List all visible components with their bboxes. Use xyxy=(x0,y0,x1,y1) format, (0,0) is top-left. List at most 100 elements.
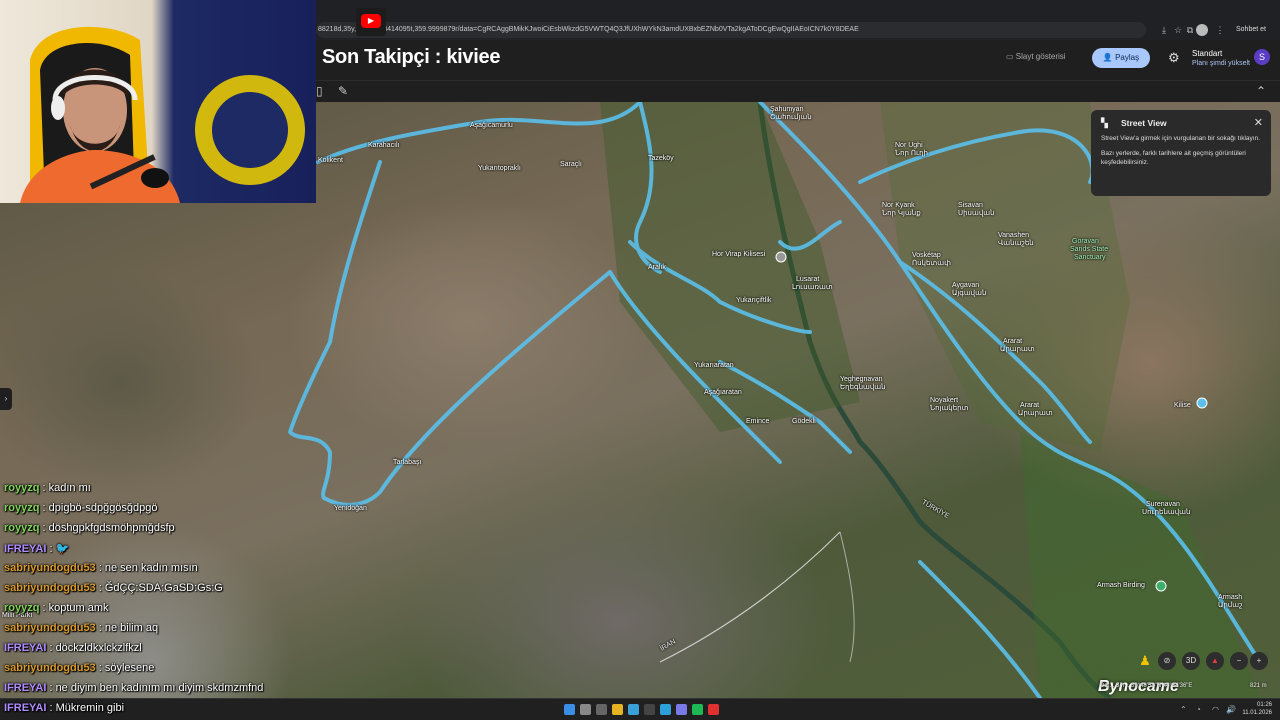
slideshow-button[interactable]: ▭ Slayt gösterisi xyxy=(1006,52,1066,61)
place-label[interactable]: Եղեգնավան xyxy=(840,384,886,392)
place-label[interactable]: Yukarıtopraklı xyxy=(478,165,521,173)
place-label[interactable]: Goravan xyxy=(1072,238,1099,246)
slideshow-label: Slayt gösterisi xyxy=(1015,52,1066,61)
chevron-up-icon[interactable]: ⌃ xyxy=(1256,84,1266,98)
zoom-in-button[interactable]: + xyxy=(1250,652,1268,670)
search-icon[interactable] xyxy=(580,704,591,715)
chat-message: sabriyundogdu53 : ĞdÇÇ:SDA:GaSD:Gs:G xyxy=(4,582,223,594)
measure-icon[interactable]: ✎ xyxy=(338,84,348,98)
chat-message: sabriyundogdu53 : ne sen kadın mısın xyxy=(4,562,198,574)
chat-text: : ne diyim ben kadınım mı diyim skdmzmfn… xyxy=(49,682,264,694)
place-label[interactable]: Saraçlı xyxy=(560,161,582,169)
place-label[interactable]: Lusarat xyxy=(796,276,819,284)
discord-icon[interactable] xyxy=(676,704,687,715)
chat-text: : ne bilim aq xyxy=(98,622,159,634)
place-label[interactable]: Yeghegnavan xyxy=(840,376,883,384)
place-label[interactable]: Ararat xyxy=(1020,402,1039,410)
chat-message: sabriyundogdu53 : söylesene xyxy=(4,662,154,674)
stream-chat: royyzq : kadın mı royyzq : dpigbö-sdpğgö… xyxy=(0,478,420,700)
wifi-icon[interactable]: ◠ xyxy=(1212,705,1219,714)
start-icon[interactable] xyxy=(564,704,575,715)
place-label[interactable]: Kilise xyxy=(1174,402,1191,410)
place-label[interactable]: Սուրենավան xyxy=(1142,509,1190,517)
map-toolbar: ▯ ✎ ⌃ xyxy=(316,80,1280,102)
expand-panel-button[interactable]: › xyxy=(0,388,12,410)
place-label[interactable]: Sanctuary xyxy=(1074,254,1106,262)
place-label[interactable]: Արարատ xyxy=(1000,346,1035,354)
place-label[interactable]: Արմաշ xyxy=(1218,602,1243,610)
place-label[interactable]: Նոյակերտ xyxy=(930,405,968,413)
pegman-icon[interactable]: ♟ xyxy=(1136,652,1154,670)
place-label[interactable]: Voskétap xyxy=(912,252,941,260)
place-label[interactable]: Hor Virap Kilisesi xyxy=(712,251,765,259)
place-label[interactable]: Սիսավան xyxy=(958,210,995,218)
place-label[interactable]: Yukarıçiftlik xyxy=(736,297,771,305)
place-label[interactable]: Kolikent xyxy=(318,157,343,165)
tray-chevron-icon[interactable]: ⌃ xyxy=(1180,705,1187,714)
spotify-icon[interactable] xyxy=(692,704,703,715)
date: 11.01.2026 xyxy=(1242,710,1272,716)
plan-info[interactable]: Standart Planı şimdi yükselt xyxy=(1192,49,1250,69)
obs-icon[interactable] xyxy=(644,704,655,715)
chat-text: : söylesene xyxy=(98,662,155,674)
browser-icon[interactable] xyxy=(660,704,671,715)
place-label[interactable]: Surenavan xyxy=(1146,501,1180,509)
zoom-out-button[interactable]: − xyxy=(1230,652,1248,670)
place-label[interactable]: Tarlabaşı xyxy=(393,459,421,467)
chat-button[interactable]: Sohbet et xyxy=(1230,22,1272,38)
star-icon[interactable]: ☆ xyxy=(1172,24,1184,36)
place-label[interactable]: Aygavan xyxy=(952,282,979,290)
volume-icon[interactable]: 🔊 xyxy=(1226,705,1236,714)
menu-icon[interactable]: ⋮ xyxy=(1214,24,1226,36)
place-label[interactable]: Şahumyan xyxy=(770,106,803,114)
place-label[interactable]: Ararat xyxy=(1003,338,1022,346)
network-icon[interactable]: ◔ xyxy=(1196,705,1201,714)
place-label[interactable]: Nor Ughi xyxy=(895,142,923,150)
place-label[interactable]: Sisavan xyxy=(958,202,983,210)
layers-off-icon[interactable]: ⊘ xyxy=(1158,652,1176,670)
place-label[interactable]: Yukarıaratan xyxy=(694,362,734,370)
close-icon[interactable]: ✕ xyxy=(1254,116,1263,129)
place-label[interactable]: Aşağıaratan xyxy=(704,389,742,397)
place-label[interactable]: Armash Birding xyxy=(1097,582,1145,590)
place-label[interactable]: Vanashen xyxy=(998,232,1029,240)
app-icon[interactable] xyxy=(628,704,639,715)
place-label[interactable]: Շահումյան xyxy=(770,114,812,122)
chat-text: : koptum amk xyxy=(42,602,109,614)
chat-text: : kadın mı xyxy=(42,482,91,494)
place-label[interactable]: Aşağıcamurlu xyxy=(470,122,513,130)
place-label[interactable]: Aralık xyxy=(648,264,666,272)
place-label[interactable]: Վանաշեն xyxy=(998,240,1034,248)
task-view-icon[interactable] xyxy=(596,704,607,715)
clock[interactable]: 01:26 11.01.2026 xyxy=(1242,701,1272,717)
share-button[interactable]: 👤 Paylaş xyxy=(1092,48,1150,68)
time: 01:26 xyxy=(1256,702,1272,708)
place-label[interactable]: Tazeköy xyxy=(648,155,674,163)
chat-user: IFREYAI xyxy=(4,642,47,654)
place-label[interactable]: Այգավան xyxy=(952,290,986,298)
compass-icon[interactable]: ▲ xyxy=(1206,652,1224,670)
panel-icon[interactable]: ▯ xyxy=(316,84,323,98)
place-label[interactable]: Արարատ xyxy=(1018,410,1053,418)
place-label[interactable]: Նոր Կյանք xyxy=(882,210,921,218)
file-explorer-icon[interactable] xyxy=(612,704,623,715)
place-label[interactable]: Nor Kyank xyxy=(882,202,915,210)
url-bar[interactable]: 88218d,35y,...,72h,0.8414095t,359.999987… xyxy=(316,22,1146,38)
download-icon[interactable]: ⤓ xyxy=(1158,24,1170,36)
scale-label: 821 m xyxy=(1250,683,1267,689)
place-label[interactable]: Karahacılı xyxy=(368,142,400,150)
place-label[interactable]: Emince xyxy=(746,418,769,426)
3d-toggle-button[interactable]: 3D xyxy=(1182,652,1200,670)
user-avatar[interactable]: S xyxy=(1254,49,1270,65)
place-label[interactable]: Noyakert xyxy=(930,397,958,405)
place-label[interactable]: Ոսկետափ xyxy=(912,260,951,268)
place-label[interactable]: Նոր Ուղի xyxy=(895,150,928,158)
place-label[interactable]: Armash xyxy=(1218,594,1242,602)
app-icon[interactable] xyxy=(708,704,719,715)
place-label[interactable]: Լուսառատ xyxy=(792,284,833,292)
place-label[interactable]: Gödekli xyxy=(792,418,816,426)
place-label[interactable]: Sands State xyxy=(1070,246,1108,254)
extensions-icon[interactable]: ⧉ xyxy=(1184,24,1196,36)
gear-icon[interactable]: ⚙ xyxy=(1168,50,1180,66)
profile-avatar[interactable] xyxy=(1196,24,1208,36)
